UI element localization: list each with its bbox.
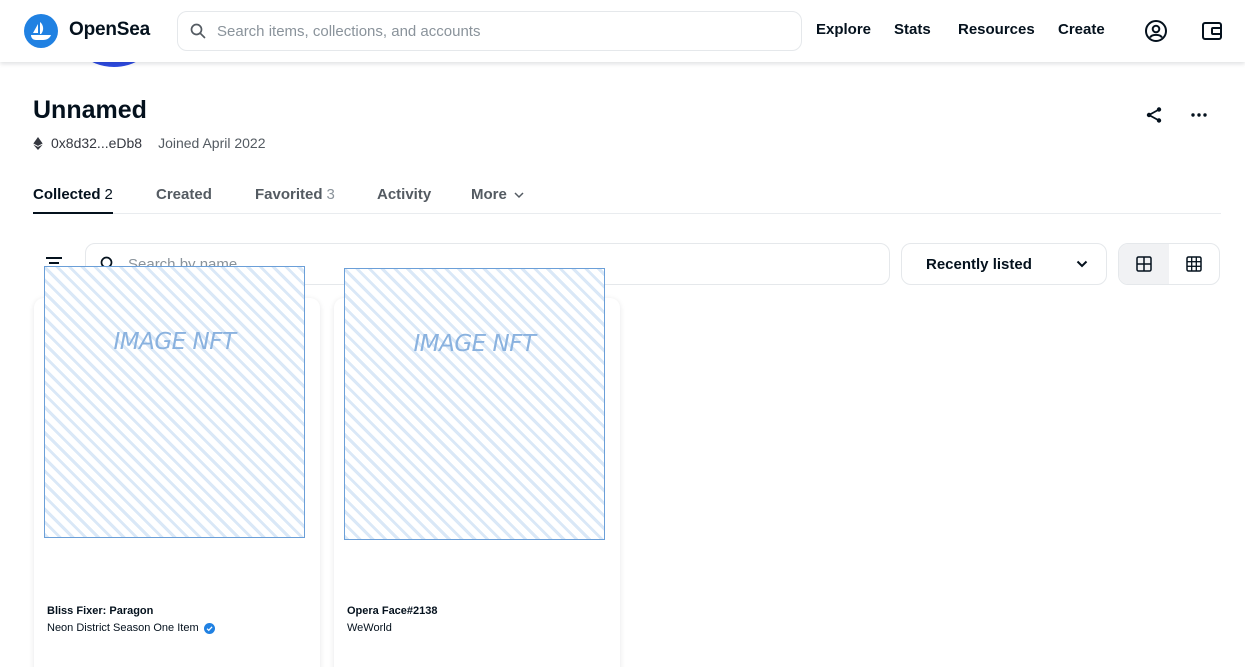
wallet-icon[interactable] <box>1199 18 1225 44</box>
nft-image[interactable]: IMAGE NFT <box>44 266 305 538</box>
tab-more[interactable]: More <box>471 186 524 214</box>
tab-created[interactable]: Created <box>156 186 212 214</box>
nft-title[interactable]: Bliss Fixer: Paragon <box>47 605 153 617</box>
tab-favorited[interactable]: Favorited 3 <box>255 186 335 214</box>
nft-image[interactable]: IMAGE NFT <box>344 268 605 540</box>
tab-collected[interactable]: Collected 2 <box>33 186 113 214</box>
grid-view-toggle <box>1118 243 1220 285</box>
top-navbar: OpenSea Explore Stats Resources Create <box>0 0 1245 62</box>
nft-title[interactable]: Opera Face#2138 <box>347 605 438 617</box>
nft-collection[interactable]: Neon District Season One Item <box>47 622 215 634</box>
profile-meta: 0x8d32...eDb8 Joined April 2022 <box>33 135 266 151</box>
joined-date: Joined April 2022 <box>158 135 266 151</box>
global-search[interactable] <box>177 11 802 51</box>
more-icon[interactable] <box>1188 104 1210 126</box>
nav-resources[interactable]: Resources <box>958 21 1035 38</box>
nav-create[interactable]: Create <box>1058 21 1105 38</box>
share-icon[interactable] <box>1143 104 1165 126</box>
sort-dropdown[interactable]: Recently listed <box>901 243 1107 285</box>
chevron-down-icon <box>514 192 524 199</box>
nft-collection[interactable]: WeWorld <box>347 622 392 634</box>
account-icon[interactable] <box>1143 18 1169 44</box>
profile-tabs: Collected 2 Created Favorited 3 Activity M… <box>33 186 1221 214</box>
nav-explore[interactable]: Explore <box>816 21 871 38</box>
large-grid-icon[interactable] <box>1119 244 1169 284</box>
opensea-logo-icon[interactable] <box>24 14 58 48</box>
tab-activity[interactable]: Activity <box>377 186 431 214</box>
small-grid-icon[interactable] <box>1169 244 1219 284</box>
wallet-address[interactable]: 0x8d32...eDb8 <box>51 135 142 151</box>
sort-selected: Recently listed <box>926 255 1032 273</box>
ethereum-icon <box>33 136 43 150</box>
chevron-down-icon <box>1076 260 1088 268</box>
verified-badge-icon <box>203 622 215 634</box>
global-search-input[interactable] <box>217 22 777 40</box>
search-icon <box>190 23 206 39</box>
nav-stats[interactable]: Stats <box>894 21 931 38</box>
brand-name[interactable]: OpenSea <box>69 19 150 41</box>
profile-name: Unnamed <box>33 96 147 124</box>
